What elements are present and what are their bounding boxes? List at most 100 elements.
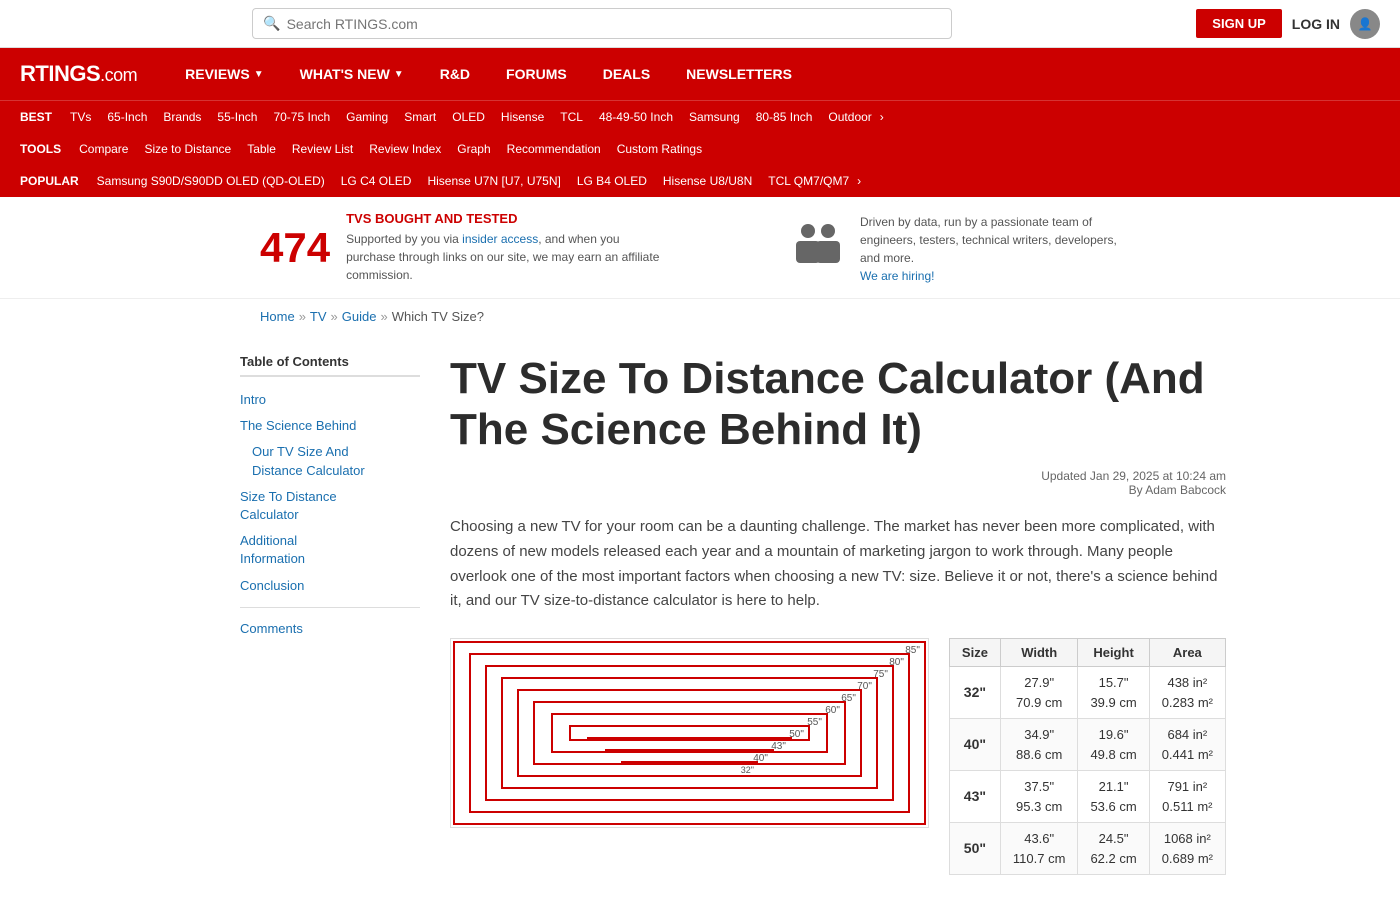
best-smart[interactable]: Smart (396, 110, 444, 124)
avatar[interactable]: 👤 (1350, 9, 1380, 39)
best-oled[interactable]: OLED (444, 110, 493, 124)
tools-compare[interactable]: Compare (71, 142, 136, 156)
stats-bar: 474 TVS BOUGHT AND TESTED Supported by y… (0, 197, 1400, 299)
size-43: 43" (949, 771, 1000, 823)
stats-right: Driven by data, run by a passionate team… (792, 213, 1140, 283)
stats-left: 474 TVS BOUGHT AND TESTED Supported by y… (260, 211, 666, 284)
width-50: 43.6"110.7 cm (1000, 823, 1078, 875)
popular-row: POPULAR Samsung S90D/S90DD OLED (QD-OLED… (20, 165, 1380, 197)
tools-custom-ratings[interactable]: Custom Ratings (609, 142, 710, 156)
size-40: 40" (949, 719, 1000, 771)
toc-science-behind[interactable]: The Science Behind (240, 413, 420, 439)
nav-rd[interactable]: R&D (422, 48, 488, 100)
insider-access-link[interactable]: insider access (462, 232, 538, 246)
breadcrumb-tv[interactable]: TV (310, 309, 327, 324)
people-icon (792, 221, 844, 274)
toc-title: Table of Contents (240, 354, 420, 377)
area-32: 438 in²0.283 m² (1149, 667, 1225, 719)
signup-button[interactable]: SIGN UP (1196, 9, 1281, 38)
tools-table[interactable]: Table (239, 142, 284, 156)
toc-additional-info[interactable]: AdditionalInformation (240, 528, 420, 572)
best-samsung[interactable]: Samsung (681, 110, 748, 124)
search-bar[interactable]: 🔍 (252, 8, 952, 39)
best-outdoor[interactable]: Outdoor (820, 110, 879, 124)
main-nav: RTINGS.com REVIEWS ▼ WHAT'S NEW ▼ R&D FO… (0, 48, 1400, 100)
best-8085inch[interactable]: 80-85 Inch (748, 110, 821, 124)
popular-lg-c4[interactable]: LG C4 OLED (333, 174, 420, 188)
toc-intro[interactable]: Intro (240, 387, 420, 413)
tv-size-table: Size Width Height Area 32" 27.9"70.9 cm … (949, 638, 1226, 875)
toc-size-distance-calc[interactable]: Size To DistanceCalculator (240, 484, 420, 528)
best-55inch[interactable]: 55-Inch (209, 110, 265, 124)
popular-samsung-s90d[interactable]: Samsung S90D/S90DD OLED (QD-OLED) (89, 174, 333, 188)
hiring-link[interactable]: We are hiring! (860, 269, 934, 283)
stats-description: TVS BOUGHT AND TESTED Supported by you v… (346, 211, 666, 284)
best-65inch[interactable]: 65-Inch (99, 110, 155, 124)
best-7075inch[interactable]: 70-75 Inch (265, 110, 338, 124)
toc-items: Intro The Science Behind Our TV Size And… (240, 387, 420, 642)
search-icon: 🔍 (263, 15, 280, 32)
width-43: 37.5"95.3 cm (1000, 771, 1078, 823)
reviews-chevron: ▼ (254, 69, 264, 80)
toc-conclusion[interactable]: Conclusion (240, 573, 420, 599)
search-input[interactable] (287, 16, 942, 32)
tools-recommendation[interactable]: Recommendation (499, 142, 609, 156)
stats-title: TVS BOUGHT AND TESTED (346, 211, 666, 226)
best-more-arrow[interactable]: › (880, 110, 884, 124)
article-intro: Choosing a new TV for your room can be a… (450, 515, 1226, 614)
stats-right-info: Driven by data, run by a passionate team… (860, 213, 1140, 283)
table-row: 43" 37.5"95.3 cm 21.1"53.6 cm 791 in²0.5… (949, 771, 1225, 823)
article: TV Size To Distance Calculator (And The … (450, 354, 1226, 875)
best-brands[interactable]: Brands (155, 110, 209, 124)
toc-comments[interactable]: Comments (240, 616, 420, 642)
breadcrumb-sep-2: » (331, 309, 338, 324)
best-gaming[interactable]: Gaming (338, 110, 396, 124)
table-header-width: Width (1000, 639, 1078, 667)
article-title: TV Size To Distance Calculator (And The … (450, 354, 1226, 455)
toc-tv-size-calc[interactable]: Our TV Size AndDistance Calculator (240, 439, 420, 483)
best-hisense[interactable]: Hisense (493, 110, 552, 124)
popular-tcl-qm7[interactable]: TCL QM7/QM7 (760, 174, 857, 188)
tv-count: 474 (260, 224, 330, 272)
nav-reviews[interactable]: REVIEWS ▼ (167, 48, 281, 100)
nav-deals[interactable]: DEALS (585, 48, 668, 100)
best-tcl[interactable]: TCL (552, 110, 591, 124)
nav-newsletters[interactable]: NEWSLETTERS (668, 48, 810, 100)
tv-visuals: 85" 80" 75" 70" 65" (450, 638, 1226, 875)
nav-items: REVIEWS ▼ WHAT'S NEW ▼ R&D FORUMS DEALS … (167, 48, 810, 100)
breadcrumb-sep-3: » (380, 309, 387, 324)
article-author: By Adam Babcock (1129, 483, 1226, 497)
tools-label: TOOLS (20, 142, 61, 156)
popular-label: POPULAR (20, 174, 79, 188)
size-50: 50" (949, 823, 1000, 875)
width-40: 34.9"88.6 cm (1000, 719, 1078, 771)
breadcrumb-guide[interactable]: Guide (342, 309, 377, 324)
popular-more-arrow[interactable]: › (857, 174, 861, 188)
table-header-height: Height (1078, 639, 1149, 667)
site-logo[interactable]: RTINGS.com (20, 61, 137, 87)
popular-hisense-u8[interactable]: Hisense U8/U8N (655, 174, 760, 188)
breadcrumb: Home » TV » Guide » Which TV Size? (0, 299, 1400, 334)
best-tvs[interactable]: TVs (62, 110, 99, 124)
tools-graph[interactable]: Graph (449, 142, 498, 156)
height-40: 19.6"49.8 cm (1078, 719, 1149, 771)
popular-lg-b4[interactable]: LG B4 OLED (569, 174, 655, 188)
whatsnew-chevron: ▼ (394, 69, 404, 80)
tools-review-index[interactable]: Review Index (361, 142, 449, 156)
tools-review-list[interactable]: Review List (284, 142, 361, 156)
breadcrumb-home[interactable]: Home (260, 309, 295, 324)
height-32: 15.7"39.9 cm (1078, 667, 1149, 719)
tools-size-to-distance[interactable]: Size to Distance (136, 142, 239, 156)
top-bar: 🔍 SIGN UP LOG IN 👤 (0, 0, 1400, 48)
nav-whats-new[interactable]: WHAT'S NEW ▼ (282, 48, 422, 100)
popular-hisense-u7n[interactable]: Hisense U7N [U7, U75N] (419, 174, 568, 188)
best-484950inch[interactable]: 48-49-50 Inch (591, 110, 681, 124)
area-50: 1068 in²0.689 m² (1149, 823, 1225, 875)
login-button[interactable]: LOG IN (1292, 16, 1340, 32)
best-label: BEST (20, 110, 52, 124)
sub-nav: BEST TVs 65-Inch Brands 55-Inch 70-75 In… (0, 100, 1400, 197)
nav-forums[interactable]: FORUMS (488, 48, 585, 100)
height-50: 24.5"62.2 cm (1078, 823, 1149, 875)
article-meta: Updated Jan 29, 2025 at 10:24 am By Adam… (450, 469, 1226, 497)
table-row: 32" 27.9"70.9 cm 15.7"39.9 cm 438 in²0.2… (949, 667, 1225, 719)
